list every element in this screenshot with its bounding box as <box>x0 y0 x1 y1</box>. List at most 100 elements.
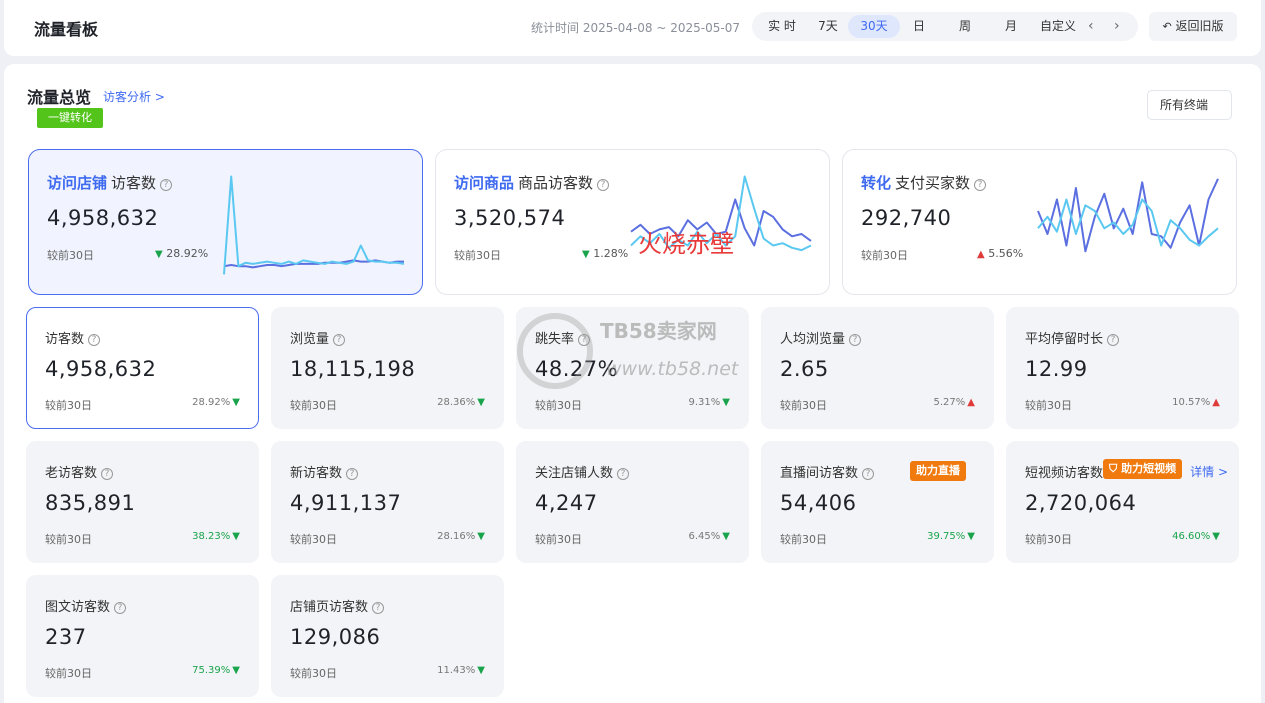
one-click-convert-button[interactable]: 一键转化 <box>37 108 103 128</box>
metric-card-returning-visitors[interactable]: 老访客数? 835,891 较前30日 38.23% ▼ <box>26 441 259 563</box>
help-icon[interactable]: ? <box>160 179 173 191</box>
metric-card-bounce-rate[interactable]: 跳失率? 48.27% 较前30日 9.31% ▼ <box>516 307 749 429</box>
metric-compare: 较前30日 <box>780 533 827 546</box>
page-title: 流量看板 <box>34 20 99 39</box>
metric-value: 54,406 <box>780 491 857 515</box>
metric-pct: 39.75% ▼ <box>927 531 975 542</box>
down-triangle-icon: ▼ <box>232 665 240 676</box>
help-icon[interactable]: ? <box>578 334 591 346</box>
stat-time: 统计时间 2025-04-08 ~ 2025-05-07 <box>531 21 740 35</box>
metric-compare: 较前30日 <box>1025 399 1072 412</box>
big-card-label: 商品访客数 <box>518 174 594 192</box>
metric-name-text: 浏览量 <box>290 332 330 347</box>
boost-live-badge[interactable]: 助力直播 <box>910 461 966 481</box>
range-realtime[interactable]: 实 时 <box>760 15 804 38</box>
metric-value: 18,115,198 <box>290 357 416 381</box>
help-icon[interactable]: ? <box>1107 334 1120 346</box>
metric-value: 2.65 <box>780 357 829 381</box>
metric-name-text: 图文访客数 <box>45 600 111 615</box>
range-week[interactable]: 周 <box>948 15 982 38</box>
metric-name-text: 跳失率 <box>535 332 575 347</box>
big-card-compare: 较前30日 <box>861 249 908 262</box>
metric-value: 835,891 <box>45 491 136 515</box>
metric-name: 人均浏览量? <box>780 328 862 347</box>
help-icon[interactable]: ? <box>88 334 101 346</box>
metric-name: 店铺页访客数? <box>290 596 385 615</box>
shield-icon: ⛉ <box>1109 462 1118 475</box>
metric-name-text: 店铺页访客数 <box>290 600 369 615</box>
metric-card-store-page-visitors[interactable]: 店铺页访客数? 129,086 较前30日 11.43% ▼ <box>271 575 504 697</box>
metric-card-visitors[interactable]: 访客数? 4,958,632 较前30日 28.92% ▼ <box>26 307 259 429</box>
metric-name-text: 短视频访客数 <box>1025 466 1104 481</box>
big-card-compare: 较前30日 <box>454 249 501 262</box>
help-icon[interactable]: ? <box>974 179 987 191</box>
metric-pct-value: 28.92% <box>192 397 231 408</box>
help-icon[interactable]: ? <box>346 468 359 480</box>
help-icon[interactable]: ? <box>114 602 127 614</box>
help-icon[interactable]: ? <box>101 468 114 480</box>
metric-pct: 28.36% ▼ <box>437 397 485 408</box>
metric-card-live-room-visitors[interactable]: 直播间访客数? 助力直播 54,406 较前30日 39.75% ▼ <box>761 441 994 563</box>
overview-panel: 流量总览 访客分析 > 一键转化 所有终端 访问店铺 访客数? 4,958,632… <box>4 64 1261 703</box>
back-button-label: 返回旧版 <box>1175 19 1224 33</box>
metric-value: 129,086 <box>290 625 381 649</box>
help-icon[interactable]: ? <box>372 602 385 614</box>
chevron-right-icon[interactable]: › <box>1114 15 1120 38</box>
metric-pct-value: 10.57% <box>1172 397 1211 408</box>
down-triangle-icon: ▼ <box>477 397 485 408</box>
visitor-analysis-link[interactable]: 访客分析 > <box>103 88 165 105</box>
big-card-store-visits[interactable]: 访问店铺 访客数? 4,958,632 较前30日 ▼ 28.92% <box>28 149 423 295</box>
metric-pct-value: 38.23% <box>192 531 231 542</box>
details-link[interactable]: 详情 > <box>1190 463 1228 480</box>
metric-compare: 较前30日 <box>45 533 92 546</box>
up-triangle-icon: ▲ <box>967 397 975 408</box>
help-icon[interactable]: ? <box>333 334 346 346</box>
down-triangle-icon: ▼ <box>1212 531 1220 542</box>
terminal-select[interactable]: 所有终端 <box>1147 90 1232 120</box>
metric-card-store-followers[interactable]: 关注店铺人数? 4,247 较前30日 6.45% ▼ <box>516 441 749 563</box>
metric-pct: 10.57% ▲ <box>1172 397 1220 408</box>
metric-card-avg-stay-time[interactable]: 平均停留时长? 12.99 较前30日 10.57% ▲ <box>1006 307 1239 429</box>
metric-compare: 较前30日 <box>45 667 92 680</box>
range-custom[interactable]: 自定义 <box>1034 15 1082 38</box>
metric-value: 12.99 <box>1025 357 1088 381</box>
chevron-left-icon[interactable]: ‹ <box>1088 15 1094 38</box>
range-day[interactable]: 日 <box>902 15 936 38</box>
metric-name-text: 关注店铺人数 <box>535 466 614 481</box>
big-card-product-visits[interactable]: 访问商品 商品访客数? 3,520,574 较前30日 ▼ 1.28% <box>435 149 830 295</box>
metric-compare: 较前30日 <box>1025 533 1072 546</box>
down-triangle-icon: ▼ <box>155 249 163 260</box>
metric-card-avg-pageviews[interactable]: 人均浏览量? 2.65 较前30日 5.27% ▲ <box>761 307 994 429</box>
metric-compare: 较前30日 <box>535 533 582 546</box>
help-icon[interactable]: ? <box>862 468 875 480</box>
back-to-old-version-button[interactable]: ↶ 返回旧版 <box>1149 12 1237 41</box>
sparkline-chart <box>1037 178 1219 253</box>
metric-card-pageviews[interactable]: 浏览量? 18,115,198 较前30日 28.36% ▼ <box>271 307 504 429</box>
metric-name: 老访客数? <box>45 462 114 481</box>
help-icon[interactable]: ? <box>849 334 862 346</box>
metric-compare: 较前30日 <box>290 667 337 680</box>
up-triangle-icon: ▲ <box>977 249 985 260</box>
metric-pct: 28.92% ▼ <box>192 397 240 408</box>
range-30d[interactable]: 30天 <box>848 15 900 38</box>
metric-card-image-text-visitors[interactable]: 图文访客数? 237 较前30日 75.39% ▼ <box>26 575 259 697</box>
boost-short-video-badge[interactable]: ⛉ 助力短视频 <box>1103 459 1183 479</box>
metric-pct: 28.16% ▼ <box>437 531 485 542</box>
sparkline-chart <box>630 175 812 252</box>
big-card-pct-value: 28.92% <box>166 247 209 260</box>
big-card-pct: ▼ 1.28% <box>580 247 628 260</box>
metric-name-text: 平均停留时长 <box>1025 332 1104 347</box>
help-icon[interactable]: ? <box>597 179 610 191</box>
big-card-highlight: 访问店铺 <box>47 174 108 192</box>
down-triangle-icon: ▼ <box>967 531 975 542</box>
big-card-title: 访问商品 商品访客数? <box>454 172 610 193</box>
range-month[interactable]: 月 <box>994 15 1028 38</box>
help-icon[interactable]: ? <box>617 468 630 480</box>
metric-pct-value: 46.60% <box>1172 531 1211 542</box>
range-7d[interactable]: 7天 <box>808 15 848 38</box>
down-triangle-icon: ▼ <box>232 531 240 542</box>
metric-card-new-visitors[interactable]: 新访客数? 4,911,137 较前30日 28.16% ▼ <box>271 441 504 563</box>
metric-card-short-video-visitors[interactable]: 短视频访客数 ⛉ 助力短视频 详情 > 2,720,064 较前30日 46.6… <box>1006 441 1239 563</box>
big-card-conversion[interactable]: 转化 支付买家数? 292,740 较前30日 ▲ 5.56% <box>842 149 1237 295</box>
metric-pct: 5.27% ▲ <box>934 397 975 408</box>
